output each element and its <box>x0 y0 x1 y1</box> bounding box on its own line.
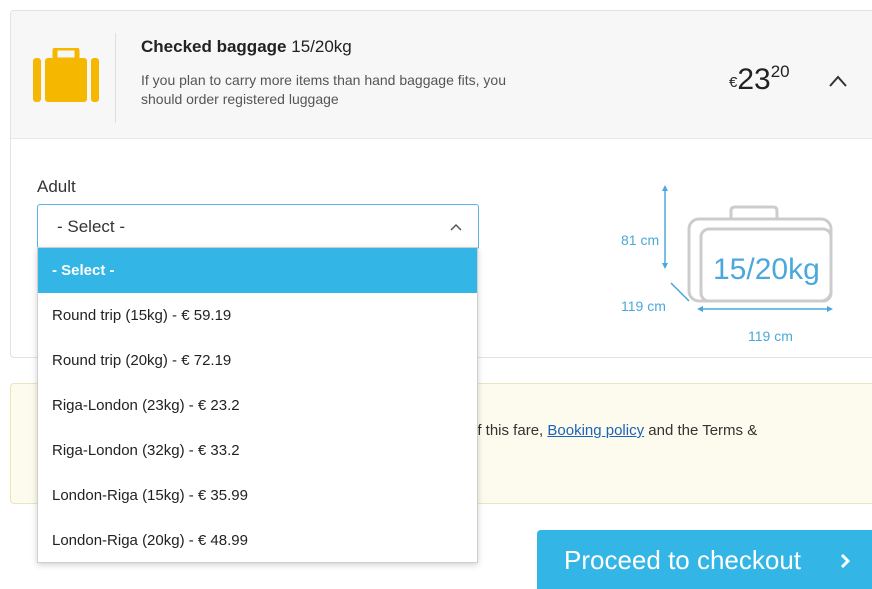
depth-dimension: 119 cm <box>621 298 666 314</box>
dropdown-option[interactable]: Riga-London (32kg) - € 33.2 <box>38 428 477 473</box>
price-decimal: 20 <box>770 62 790 81</box>
chevron-right-icon <box>840 553 850 569</box>
baggage-header[interactable]: Checked baggage 15/20kg If you plan to c… <box>11 11 872 139</box>
checkout-label: Proceed to checkout <box>564 545 802 575</box>
baggage-description: If you plan to carry more items than han… <box>141 72 506 107</box>
booking-policy-link[interactable]: Booking policy <box>547 422 644 439</box>
chevron-up-icon[interactable] <box>827 73 849 89</box>
baggage-select-value: - Select - <box>57 217 126 236</box>
dropdown-option[interactable]: Riga-London (23kg) - € 23.2 <box>38 383 477 428</box>
baggage-title-text: Checked baggage <box>141 37 287 56</box>
dropdown-option[interactable]: - Select - <box>38 248 477 293</box>
terms-text: of this fare, Booking policy and the Ter… <box>469 422 757 439</box>
suitcase-icon <box>33 48 99 102</box>
baggage-select[interactable]: - Select - <box>37 204 479 250</box>
terms-text-after: and the Terms & <box>644 422 758 439</box>
chevron-up-icon <box>450 223 462 231</box>
baggage-title-weight: 15/20kg <box>291 37 352 56</box>
weight-label: 15/20kg <box>713 253 820 286</box>
header-divider <box>115 33 116 123</box>
price-integer: 23 <box>737 63 771 96</box>
dropdown-option[interactable]: Round trip (15kg) - € 59.19 <box>38 293 477 338</box>
dropdown-option[interactable]: London-Riga (15kg) - € 35.99 <box>38 473 477 518</box>
luggage-dimensions-diagram: 81 cm 119 cm 119 cm 15/20kg <box>603 183 853 344</box>
baggage-title: Checked baggage 15/20kg <box>141 37 352 57</box>
width-dimension: 119 cm <box>748 328 793 344</box>
dropdown-option[interactable]: London-Riga (20kg) - € 48.99 <box>38 518 477 563</box>
passenger-label: Adult <box>37 177 76 196</box>
baggage-price: €2320 <box>729 62 790 97</box>
baggage-options-dropdown: - Select - Round trip (15kg) - € 59.19 R… <box>37 247 478 563</box>
terms-text-before: of this fare, <box>469 422 548 439</box>
dropdown-option[interactable]: Round trip (20kg) - € 72.19 <box>38 338 477 383</box>
height-dimension: 81 cm <box>621 232 660 248</box>
proceed-to-checkout-button[interactable]: Proceed to checkout <box>537 530 872 589</box>
